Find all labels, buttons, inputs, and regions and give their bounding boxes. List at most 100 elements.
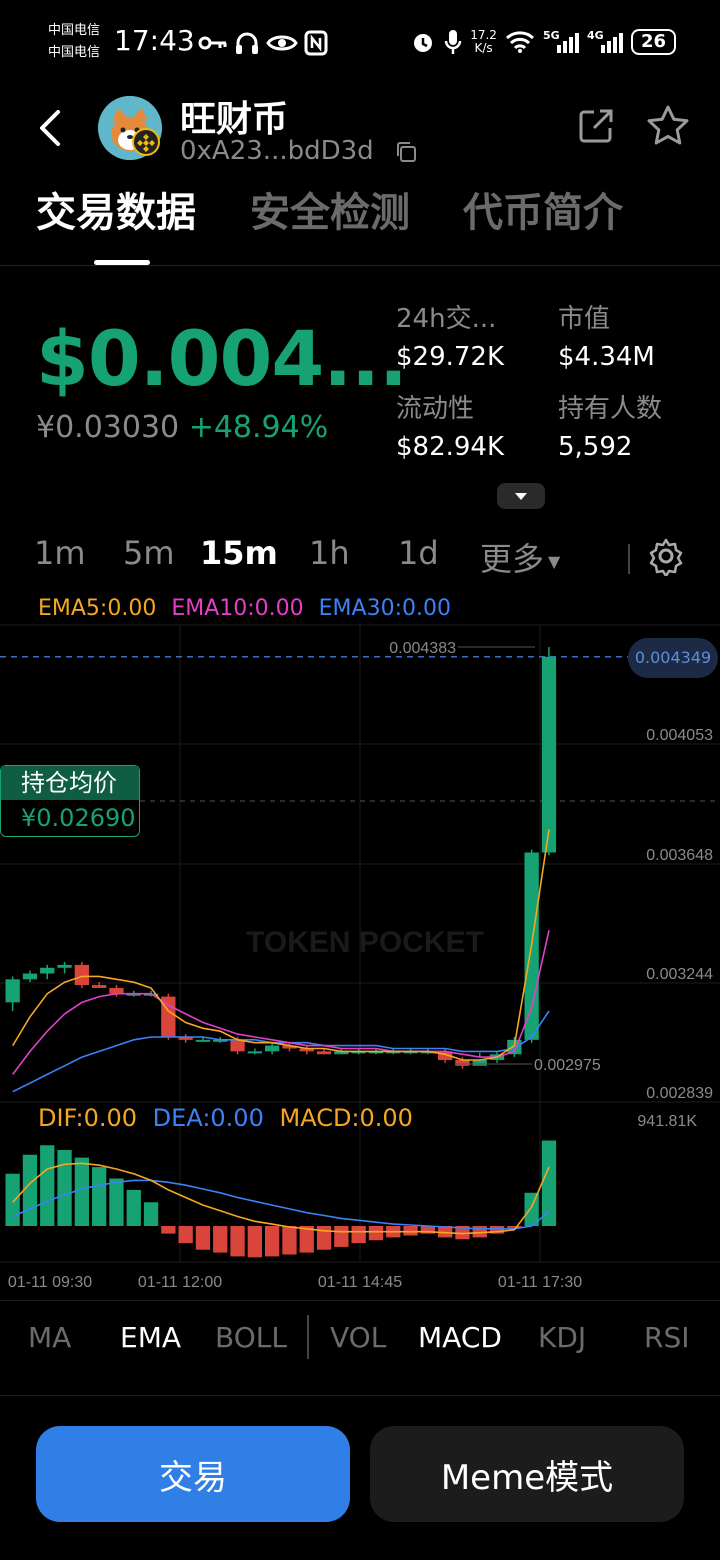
macd-bar (438, 1226, 453, 1238)
macd-bar (161, 1226, 176, 1234)
liquidity-value: $82.94K (396, 432, 505, 462)
macd-bar (126, 1189, 141, 1226)
candle-body (5, 979, 20, 1003)
ema10-line (12, 930, 550, 1075)
indicator-divider (307, 1315, 309, 1359)
candle-body (22, 973, 38, 980)
x-tick-label: 01-11 12:00 (138, 1274, 222, 1291)
ema-legend: EMA5:0.00 EMA10:0.00 EMA30:0.00 (38, 596, 451, 621)
price-usd: $0.004... (36, 314, 408, 403)
macd-scale-label: 941.81K (637, 1113, 697, 1130)
alarm-icon (414, 34, 433, 52)
holders-value: 5,592 (558, 432, 633, 462)
timeframe-1h[interactable]: 1h (309, 534, 350, 572)
macd-bar (230, 1226, 245, 1257)
ema5-line (12, 829, 550, 1061)
indicator-macd[interactable]: MACD (418, 1321, 502, 1354)
token-name: 旺财币 (180, 99, 289, 140)
volume-label: 24h交... (396, 304, 497, 334)
timeframe-1d[interactable]: 1d (398, 534, 439, 572)
mcap-value: $4.34M (558, 342, 655, 372)
carrier-2: 中国电信 (48, 45, 101, 60)
timeframe-1m[interactable]: 1m (34, 534, 86, 572)
holders-label: 持有人数 (558, 394, 663, 424)
candle-body (386, 1051, 401, 1054)
token-header: 旺财币 0xA23...bdD3d (0, 90, 720, 170)
eye-icon (266, 35, 298, 51)
macd-bar (316, 1226, 332, 1250)
candle-body (195, 1039, 211, 1042)
indicator-vol[interactable]: VOL (330, 1321, 386, 1354)
candle-body (438, 1051, 453, 1061)
indicator-boll[interactable]: BOLL (215, 1321, 287, 1354)
star-icon[interactable] (644, 102, 692, 150)
signal-4g: 4G (587, 29, 623, 55)
macd-bar (334, 1226, 349, 1247)
candle-body (472, 1060, 487, 1066)
indicator-rsi[interactable]: RSI (644, 1321, 690, 1354)
candle-body (316, 1051, 332, 1055)
tab-security-check[interactable]: 安全检测 (250, 180, 410, 238)
status-bar: 中国电信 中国电信 17:43 17.2 K/s 5G 4G 26 (0, 0, 720, 84)
bnb-chain-badge (132, 128, 160, 156)
meme-mode-button[interactable]: Meme模式 (370, 1426, 684, 1522)
chart-grid (0, 624, 720, 1263)
low-price-label: 0.002975 (534, 1057, 601, 1074)
chart-watermark: TOKEN POCKET (246, 926, 484, 959)
macd-bar (195, 1226, 211, 1250)
detail-tabs: 交易数据 安全检测 代币简介 (0, 180, 720, 266)
current-price-tag: 0.004349 (628, 638, 718, 678)
hold-average-tag[interactable]: 持仓均价 ¥0.02690 (0, 765, 140, 837)
indicator-ema[interactable]: EMA (120, 1321, 181, 1354)
tab-token-intro[interactable]: 代币简介 (463, 180, 623, 238)
wifi-icon (505, 31, 534, 53)
ema-lines (12, 829, 550, 1093)
macd-bar (507, 1226, 522, 1228)
candle-body (230, 1039, 245, 1052)
share-icon[interactable] (576, 106, 616, 146)
timeframe-divider (628, 544, 630, 574)
gear-icon[interactable] (646, 536, 686, 576)
macd-bar (489, 1226, 505, 1234)
candle-body (351, 1051, 366, 1054)
macd-bar (472, 1226, 487, 1238)
net-speed: 17.2 K/s (470, 29, 497, 55)
candle-body (541, 656, 557, 853)
net-speed-unit: K/s (474, 41, 493, 55)
copy-icon[interactable] (394, 140, 418, 164)
macd-bar (420, 1226, 435, 1234)
candle-body (109, 987, 124, 994)
axis-labels: 0.004053 0.003648 0.003244 0.002839 0.004383… (8, 640, 713, 1291)
trade-button[interactable]: 交易 (36, 1426, 350, 1522)
y-tick-label: 0.002839 (646, 1085, 713, 1102)
indicator-ma[interactable]: MA (28, 1321, 71, 1354)
candle-body (143, 993, 159, 996)
macd-bar (92, 1167, 107, 1226)
key-icon (198, 36, 227, 50)
candle-body (57, 964, 72, 968)
x-tick-label: 01-11 09:30 (8, 1274, 92, 1291)
active-tab-indicator (94, 260, 150, 265)
timeframe-5m[interactable]: 5m (123, 534, 175, 572)
timeframe-more[interactable]: 更多 ▼ (480, 534, 560, 580)
caret-down-icon: ▼ (548, 551, 561, 571)
timeframe-15m[interactable]: 15m (200, 534, 278, 572)
candle-body (368, 1051, 384, 1054)
price-cny: ¥0.03030 (36, 410, 180, 445)
high-price-label: 0.004383 (389, 640, 456, 657)
signal-bars-icon (600, 33, 623, 53)
indicator-kdj[interactable]: KDJ (538, 1321, 586, 1354)
candlestick-series (5, 647, 557, 1069)
candle-body (299, 1048, 314, 1052)
expand-stats-button[interactable] (497, 483, 545, 509)
back-arrow-icon[interactable] (36, 108, 66, 148)
tab-trade-data[interactable]: 交易数据 (36, 180, 196, 238)
macd-legend: DIF:0.00 DEA:0.00 MACD:0.00 (38, 1104, 413, 1132)
status-time: 17:43 (114, 24, 195, 57)
candle-body (265, 1045, 280, 1052)
candle-body (92, 985, 107, 988)
battery-indicator: 26 (630, 29, 676, 55)
macd-bar (57, 1150, 72, 1226)
candle-body (40, 967, 55, 974)
macd-bar (524, 1192, 539, 1226)
